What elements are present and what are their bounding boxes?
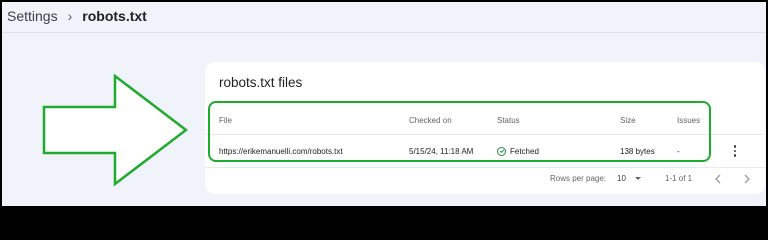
right-arrow-outline-icon: [42, 74, 188, 186]
breadcrumb-current: robots.txt: [82, 8, 147, 24]
chevron-left-icon[interactable]: [712, 172, 724, 186]
check-circle-icon: [497, 146, 506, 156]
row-issues: -: [677, 146, 680, 156]
row-status: Fetched: [497, 135, 539, 167]
pagination-range: 1-1 of 1: [665, 174, 693, 183]
table-header-row: File Checked on Status Size Issues: [205, 106, 765, 135]
column-header-issues: Issues: [677, 115, 701, 125]
row-menu: [730, 135, 740, 167]
robots-files-card: robots.txt files File Checked on Status …: [205, 62, 765, 194]
rows-per-page-label: Rows per page:: [550, 174, 607, 183]
header-divider: [2, 32, 766, 33]
robots-files-table: File Checked on Status Size Issues https…: [205, 106, 765, 168]
column-header-size: Size: [620, 115, 636, 125]
column-header-file: File: [219, 115, 232, 125]
breadcrumb: Settings › robots.txt: [7, 5, 147, 27]
chevron-right-icon: ›: [67, 8, 73, 24]
pagination: Rows per page: 10 1-1 of 1: [205, 174, 765, 188]
column-header-status: Status: [497, 115, 520, 125]
rows-per-page-value: 10: [617, 174, 626, 183]
breadcrumb-settings-link[interactable]: Settings: [7, 8, 58, 24]
table-row[interactable]: https://erikemanuelli.com/robots.txt 5/1…: [205, 135, 765, 168]
column-header-checked-on: Checked on: [409, 115, 452, 125]
card-title: robots.txt files: [219, 75, 303, 90]
row-file-url: https://erikemanuelli.com/robots.txt: [219, 146, 343, 156]
row-size: 138 bytes: [620, 146, 655, 156]
caret-down-icon: [634, 177, 641, 180]
row-status-label: Fetched: [510, 146, 539, 156]
rows-per-page-select[interactable]: 10: [617, 174, 641, 183]
chevron-right-icon[interactable]: [741, 172, 753, 186]
more-vert-icon[interactable]: [730, 142, 740, 160]
row-checked-on: 5/15/24, 11:18 AM: [409, 146, 474, 156]
